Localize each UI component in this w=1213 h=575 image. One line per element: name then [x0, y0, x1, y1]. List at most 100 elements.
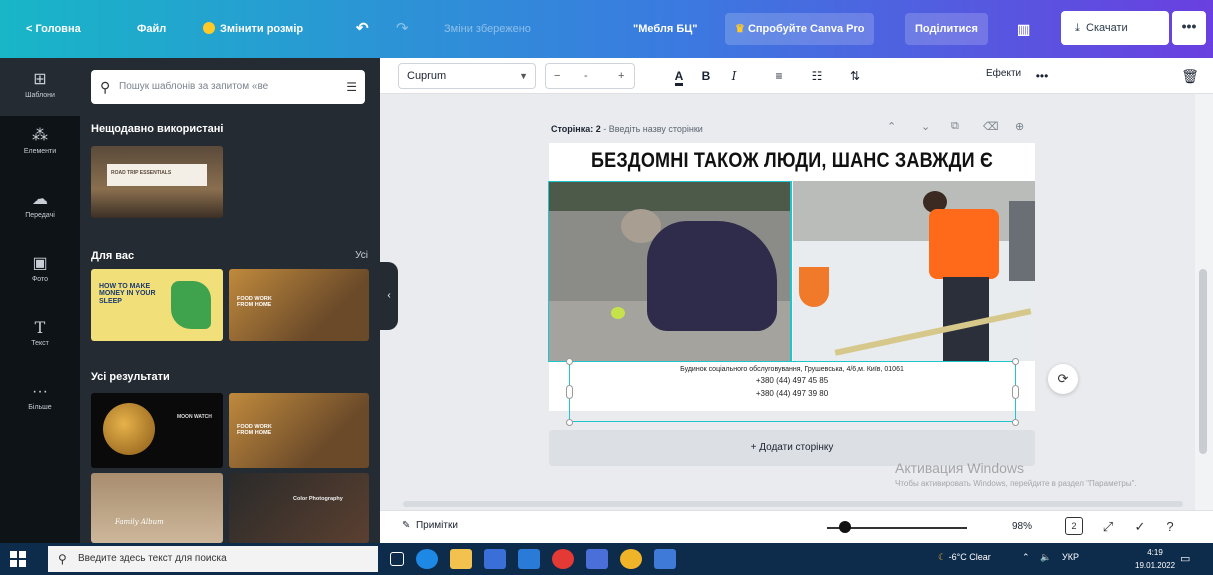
- rail-item-more[interactable]: ··· Більше: [0, 382, 80, 411]
- rail-label: Передачі: [25, 212, 55, 219]
- document-title[interactable]: "Мебля БЦ": [633, 18, 698, 40]
- resize-handle[interactable]: [566, 385, 573, 399]
- check-icon[interactable]: ✓: [1130, 517, 1150, 537]
- chrome-browser-icon[interactable]: [620, 549, 642, 569]
- rail-label: Текст: [31, 340, 49, 347]
- template-thumbnail[interactable]: FOOD WORK FROM HOME: [229, 393, 369, 468]
- photos-app-icon[interactable]: [654, 549, 676, 569]
- home-button[interactable]: < Головна: [26, 18, 81, 40]
- selection-outline-left-photo: [548, 181, 791, 362]
- fullscreen-icon[interactable]: ⤢: [1098, 517, 1118, 537]
- taskbar-clock[interactable]: 4:19 19.01.2022: [1135, 546, 1175, 572]
- resize-handle[interactable]: [1012, 358, 1019, 365]
- download-button[interactable]: ⤓ Скачати: [1061, 11, 1169, 45]
- align-center-icon[interactable]: ≡: [770, 67, 788, 85]
- app-icon[interactable]: [586, 549, 608, 569]
- share-button[interactable]: Поділитися: [905, 13, 988, 45]
- text-color-button[interactable]: A: [670, 67, 688, 86]
- page-headline[interactable]: БЕЗДОМНІ ТАКОЖ ЛЮДИ, ШАНС ЗАВЖДИ Є: [583, 149, 1001, 173]
- edge-browser-icon[interactable]: [416, 549, 438, 569]
- more-options-button[interactable]: •••: [1172, 11, 1206, 45]
- add-page-icon[interactable]: ⊕: [1015, 120, 1024, 133]
- chevron-down-icon: ▼: [519, 71, 528, 81]
- toolbar-more-button[interactable]: •••: [1032, 67, 1052, 85]
- insights-icon[interactable]: ▥: [1017, 18, 1030, 40]
- decrease-size-button[interactable]: −: [554, 64, 560, 88]
- try-pro-button[interactable]: ♛ Спробуйте Canva Pro: [725, 13, 875, 45]
- for-you-see-all-link[interactable]: Усі: [355, 250, 368, 261]
- list-icon[interactable]: ☷: [808, 67, 826, 85]
- file-menu[interactable]: Файл: [137, 18, 166, 40]
- search-icon: ⚲: [58, 552, 67, 566]
- horizontal-scrollbar[interactable]: [398, 498, 1195, 510]
- language-indicator[interactable]: УКР: [1062, 552, 1079, 562]
- resize-handle[interactable]: [1012, 419, 1019, 426]
- italic-button[interactable]: I: [726, 67, 742, 85]
- recent-template-thumbnail[interactable]: ROAD TRIP ESSENTIALS: [91, 146, 223, 218]
- rotate-refresh-icon[interactable]: ⟳: [1048, 364, 1078, 394]
- notification-icon[interactable]: ▭: [1180, 552, 1190, 565]
- spacing-icon[interactable]: ⇅: [846, 67, 864, 85]
- text-icon: T: [34, 318, 46, 337]
- windows-start-icon[interactable]: [10, 551, 26, 567]
- trash-icon[interactable]: 🗑: [1180, 67, 1200, 85]
- page-count-icon[interactable]: 2: [1065, 517, 1083, 535]
- redo-icon[interactable]: ↷: [396, 18, 409, 40]
- font-family-select[interactable]: Cuprum ▼: [398, 63, 536, 89]
- volume-icon[interactable]: 🔈: [1040, 552, 1051, 563]
- template-search-input[interactable]: ⚲ Пошук шаблонів за запитом «ве ☰: [91, 70, 365, 104]
- resize-button[interactable]: Змінити розмір: [203, 18, 303, 40]
- mail-icon[interactable]: [518, 549, 540, 569]
- font-size-stepper[interactable]: − - +: [545, 63, 635, 89]
- template-thumbnail[interactable]: MOON WATCH: [91, 393, 223, 468]
- vertical-scrollbar[interactable]: [1195, 94, 1213, 510]
- weather-widget[interactable]: ☾ -6°C Clear: [938, 552, 991, 563]
- increase-size-button[interactable]: +: [618, 64, 624, 88]
- opera-browser-icon[interactable]: [552, 549, 574, 569]
- duplicate-page-icon[interactable]: ⧉: [951, 120, 959, 133]
- rail-item-photos[interactable]: ▣ Фото: [0, 254, 80, 283]
- help-icon[interactable]: ?: [1160, 517, 1180, 537]
- task-view-icon[interactable]: [390, 552, 404, 566]
- collapse-panel-button[interactable]: ‹: [380, 262, 398, 330]
- chevron-down-icon[interactable]: ⌄: [921, 120, 930, 133]
- recent-heading: Нещодавно використані: [91, 123, 224, 135]
- money-illustration: [171, 281, 211, 329]
- tray-chevron-up-icon[interactable]: ⌃: [1022, 552, 1030, 563]
- rail-item-elements[interactable]: ⁂ Елементи: [0, 126, 80, 155]
- rail-item-templates[interactable]: ⊞ Шаблони: [0, 58, 80, 116]
- notes-button[interactable]: ✎ Примітки: [402, 520, 458, 531]
- effects-button[interactable]: Ефекти: [986, 68, 1021, 79]
- page-tools: ⌃ ⌄ ⧉ ⌫ ⊕: [887, 120, 1037, 136]
- rail-item-text[interactable]: T Текст: [0, 318, 80, 347]
- store-icon[interactable]: [484, 549, 506, 569]
- rail-item-uploads[interactable]: ☁ Передачі: [0, 190, 80, 219]
- resize-handle[interactable]: [566, 358, 573, 365]
- bold-button[interactable]: B: [698, 67, 714, 85]
- template-thumbnail[interactable]: FOOD WORK FROM HOME: [229, 269, 369, 341]
- file-explorer-icon[interactable]: [450, 549, 472, 569]
- page-title-field[interactable]: Сторінка: 2 - Введіть назву сторінки: [551, 124, 703, 134]
- resize-handle[interactable]: [566, 419, 573, 426]
- zoom-level[interactable]: 98%: [1012, 521, 1032, 532]
- delete-page-icon[interactable]: ⌫: [983, 120, 999, 133]
- photo-vest: [929, 209, 999, 279]
- template-thumbnail[interactable]: Color Photography: [229, 473, 369, 543]
- text-selection-box[interactable]: [569, 361, 1016, 422]
- filter-icon[interactable]: ☰: [346, 70, 357, 104]
- template-thumbnail[interactable]: Family Album: [91, 473, 223, 543]
- windows-activation-watermark: Активация Windows Чтобы активировать Win…: [895, 460, 1195, 489]
- street-cleaner-photo[interactable]: [793, 181, 1035, 361]
- thumbnail-title: MOON WATCH: [177, 414, 212, 420]
- chevron-up-icon[interactable]: ⌃: [887, 120, 896, 133]
- scrollbar-thumb[interactable]: [403, 501, 1183, 507]
- rail-label: Фото: [31, 276, 49, 283]
- resize-handle[interactable]: [1012, 385, 1019, 399]
- template-thumbnail[interactable]: HOW TO MAKE MONEY IN YOUR SLEEP: [91, 269, 223, 341]
- scrollbar-thumb[interactable]: [1199, 269, 1207, 454]
- taskbar-search-input[interactable]: ⚲ Введите здесь текст для поиска: [48, 546, 378, 572]
- zoom-slider-handle[interactable]: [839, 521, 852, 533]
- rail-label: Шаблони: [25, 92, 55, 99]
- undo-icon[interactable]: ↶: [356, 18, 369, 40]
- font-size-value[interactable]: -: [584, 64, 588, 88]
